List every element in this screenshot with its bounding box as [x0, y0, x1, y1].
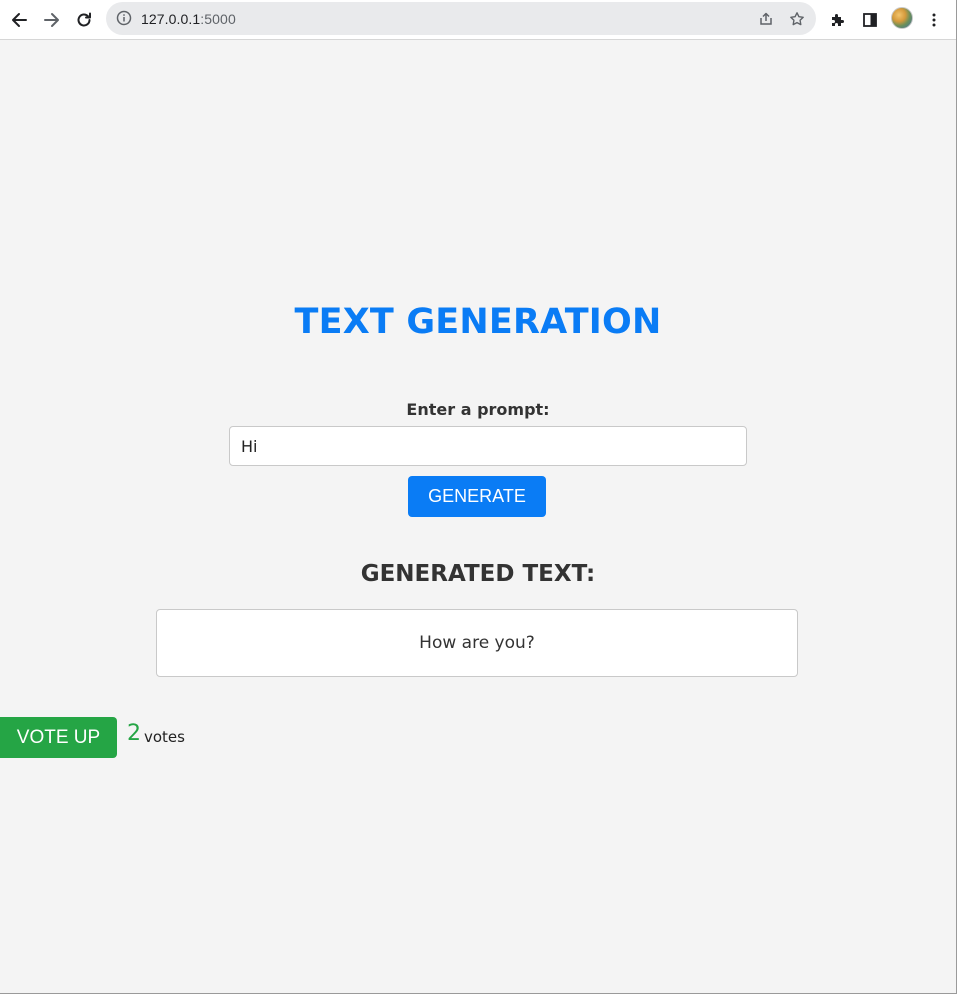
- page-title: TEXT GENERATION: [294, 302, 662, 342]
- puzzle-icon[interactable]: [826, 8, 850, 32]
- url-host: 127.0.0.1: [141, 11, 201, 27]
- star-icon[interactable]: [786, 8, 808, 30]
- browser-toolbar: 127.0.0.1:5000: [0, 0, 956, 40]
- url-text: 127.0.0.1:5000: [141, 11, 236, 27]
- avatar[interactable]: [891, 7, 913, 29]
- share-icon[interactable]: [755, 8, 777, 30]
- vote-up-button[interactable]: VOTE UP: [0, 717, 117, 758]
- kebab-menu-icon[interactable]: [922, 8, 946, 32]
- generated-text-output: How are you?: [156, 609, 798, 677]
- info-icon[interactable]: [116, 10, 132, 31]
- generated-text-value: How are you?: [419, 633, 535, 653]
- reload-icon[interactable]: [72, 8, 96, 32]
- prompt-input[interactable]: [229, 426, 747, 466]
- url-port: :5000: [200, 11, 236, 27]
- vote-unit-label: votes: [144, 728, 185, 746]
- generate-button[interactable]: GENERATE: [408, 476, 546, 517]
- arrow-right-icon[interactable]: [40, 8, 64, 32]
- vote-count: 2: [127, 721, 141, 746]
- address-bar[interactable]: 127.0.0.1:5000: [106, 2, 816, 35]
- arrow-left-icon[interactable]: [7, 8, 31, 32]
- generated-text-heading: GENERATED TEXT:: [360, 561, 596, 587]
- browser-window: 127.0.0.1:5000 TEXT GENERATION Enter a p…: [0, 0, 957, 994]
- side-panel-icon[interactable]: [858, 8, 882, 32]
- prompt-label: Enter a prompt:: [406, 400, 550, 419]
